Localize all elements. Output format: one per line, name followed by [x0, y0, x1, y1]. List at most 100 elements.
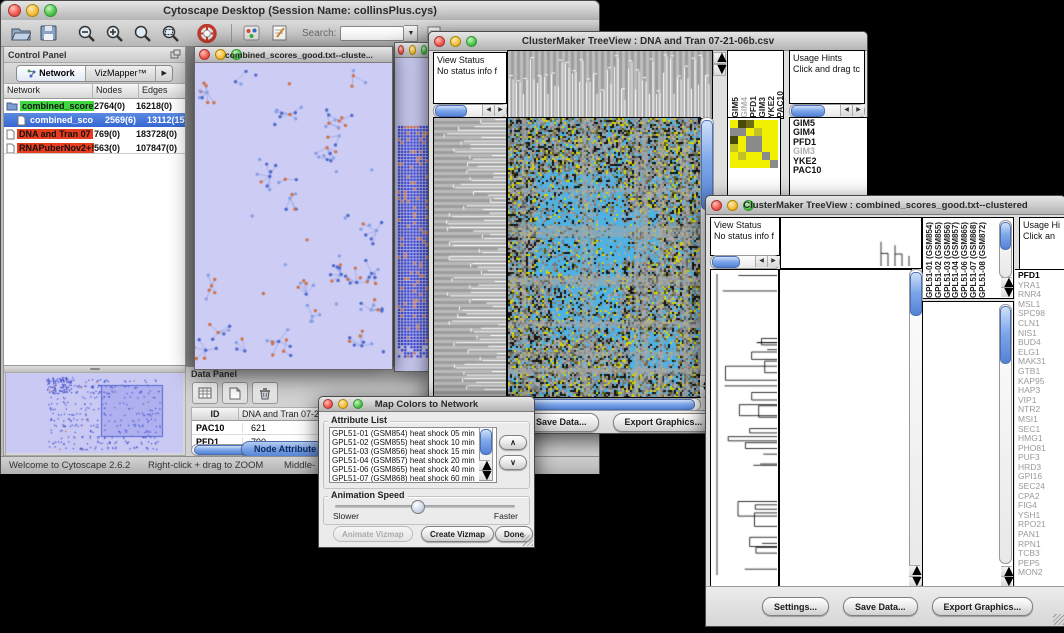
similarity-cell[interactable]: [746, 152, 754, 160]
zoom-in-icon[interactable]: [103, 23, 127, 43]
network-tree-row[interactable]: DNA and Tran 07769(0)183728(0): [4, 127, 185, 141]
tv2-heatmap[interactable]: [778, 269, 912, 588]
network-canvas[interactable]: [195, 63, 390, 368]
similarity-cell[interactable]: [762, 160, 770, 168]
similarity-cell[interactable]: [738, 152, 746, 160]
attribute-item[interactable]: GPL51-03 (GSM856) heat shock 15 min: [332, 447, 494, 456]
move-up-button[interactable]: ∧: [499, 435, 527, 450]
zoom-selected-icon[interactable]: [159, 23, 183, 43]
animate-vizmap-button[interactable]: Animate Vizmap: [333, 526, 413, 542]
tab-network[interactable]: Network: [17, 66, 86, 81]
gene-label[interactable]: MON2: [1018, 568, 1064, 578]
tv1-save-data-button[interactable]: Save Data...: [524, 413, 599, 432]
speed-slider-track[interactable]: [335, 505, 515, 508]
similarity-cell[interactable]: [770, 160, 778, 168]
select-attributes-icon[interactable]: [192, 382, 218, 404]
tv2-collabel-vscrollbar[interactable]: [999, 220, 1012, 278]
tv2-column-dendrogram[interactable]: [780, 217, 922, 269]
open-session-icon[interactable]: [9, 23, 33, 43]
network-tree-row[interactable]: combined_sco2569(6)13112(15): [4, 113, 185, 127]
similarity-cell[interactable]: [754, 136, 762, 144]
attribute-item[interactable]: GPL51-04 (GSM857) heat shock 20 min: [332, 456, 494, 465]
similarity-cell[interactable]: [730, 136, 738, 144]
similarity-cell[interactable]: [770, 128, 778, 136]
similarity-row-label[interactable]: PAC10: [793, 166, 867, 175]
similarity-cell[interactable]: [754, 128, 762, 136]
network-window-titlebar[interactable]: combined_scores_good.txt--cluste...: [195, 47, 392, 63]
col-header-edges[interactable]: Edges: [139, 84, 185, 99]
speed-slider-thumb[interactable]: [411, 500, 425, 514]
tv2-row-dendrogram[interactable]: [710, 269, 780, 588]
similarity-cell[interactable]: [762, 128, 770, 136]
close-icon[interactable]: [199, 49, 210, 60]
close-icon[interactable]: [398, 45, 404, 55]
similarity-cell[interactable]: [746, 136, 754, 144]
resize-grip[interactable]: [1053, 614, 1064, 625]
data-col-id[interactable]: ID: [192, 408, 239, 421]
heatmap-column-label[interactable]: GPL51-06 (GSM865): [960, 222, 969, 298]
network-canvas-grid[interactable]: [395, 58, 430, 370]
similarity-cell[interactable]: [738, 128, 746, 136]
similarity-cell[interactable]: [730, 128, 738, 136]
tv1-heatmap[interactable]: [507, 117, 701, 398]
tv2-save-data-button[interactable]: Save Data...: [843, 597, 918, 616]
minimize-icon[interactable]: [409, 45, 415, 55]
attribute-item[interactable]: GPL51-07 (GSM868) heat shock 60 min: [332, 474, 494, 483]
similarity-cell[interactable]: [770, 136, 778, 144]
attribute-item[interactable]: GPL51-06 (GSM865) heat shock 40 min: [332, 465, 494, 474]
similarity-cell[interactable]: [754, 120, 762, 128]
tv1-similarity-matrix[interactable]: [730, 120, 778, 168]
heatmap-column-label[interactable]: GPL51-08 (GSM872): [978, 222, 987, 298]
heatmap-column-label[interactable]: GPL51-07 (GSM868): [969, 222, 978, 298]
help-lifebuoy-icon[interactable]: [195, 23, 219, 43]
dialog-titlebar[interactable]: Map Colors to Network: [319, 397, 534, 412]
delete-attribute-icon[interactable]: [252, 382, 278, 404]
vizmapper-shortcut-icon[interactable]: [240, 23, 264, 43]
annotation-icon[interactable]: [268, 23, 292, 43]
similarity-cell[interactable]: [738, 120, 746, 128]
similarity-cell[interactable]: [730, 152, 738, 160]
tv1-dendro-arrows[interactable]: ▲▼: [713, 52, 726, 76]
col-header-network[interactable]: Network: [4, 84, 93, 99]
tv2-collabel-arrows[interactable]: ▲▼: [1001, 277, 1012, 297]
main-titlebar[interactable]: Cytoscape Desktop (Session Name: collins…: [1, 1, 599, 21]
similarity-cell[interactable]: [738, 144, 746, 152]
similarity-cell[interactable]: [738, 160, 746, 168]
similarity-cell[interactable]: [762, 152, 770, 160]
float-panel-icon[interactable]: [170, 46, 181, 64]
tv1-row-dendrogram[interactable]: [433, 117, 507, 398]
treeview2-titlebar[interactable]: ClusterMaker TreeView : combined_scores_…: [706, 196, 1064, 215]
col-header-nodes[interactable]: Nodes: [93, 84, 139, 99]
heatmap-column-label[interactable]: PAC10: [776, 91, 784, 118]
similarity-cell[interactable]: [762, 144, 770, 152]
heatmap-column-label[interactable]: GPL51-04 (GSM857): [951, 222, 960, 298]
tv2-zoom-arrows[interactable]: ▲▼: [1001, 566, 1012, 586]
attribute-item[interactable]: GPL51-01 (GSM854) heat shock 05 min: [332, 429, 494, 438]
tv2-heatmap-vscrollbar[interactable]: ▲▼: [909, 269, 923, 588]
similarity-cell[interactable]: [730, 144, 738, 152]
search-dropdown-icon[interactable]: ▼: [404, 25, 418, 42]
tv1-column-dendrogram[interactable]: [507, 50, 713, 119]
zoom-window-icon[interactable]: [421, 45, 427, 55]
heatmap-column-label[interactable]: GPL51-02 (GSM855): [934, 222, 943, 298]
similarity-cell[interactable]: [770, 152, 778, 160]
similarity-cell[interactable]: [730, 160, 738, 168]
move-down-button[interactable]: ∨: [499, 455, 527, 470]
create-vizmap-button[interactable]: Create Vizmap: [421, 526, 494, 542]
resize-grip[interactable]: [522, 535, 533, 546]
save-session-icon[interactable]: [37, 23, 61, 43]
similarity-cell[interactable]: [746, 160, 754, 168]
zoom-out-icon[interactable]: [75, 23, 99, 43]
tv1-hints-hscrollbar[interactable]: ◀▶: [789, 104, 865, 118]
tab-vizmapper[interactable]: VizMapper™: [86, 66, 157, 81]
similarity-cell[interactable]: [754, 152, 762, 160]
treeview1-titlebar[interactable]: ClusterMaker TreeView : DNA and Tran 07-…: [429, 32, 867, 51]
similarity-cell[interactable]: [730, 120, 738, 128]
search-input[interactable]: [340, 26, 404, 41]
network-tree-row[interactable]: combined_scores2764(0)16218(0): [4, 99, 185, 113]
attribute-list-vscrollbar[interactable]: ▲▼: [479, 427, 493, 481]
similarity-cell[interactable]: [770, 144, 778, 152]
similarity-cell[interactable]: [746, 120, 754, 128]
similarity-cell[interactable]: [738, 136, 746, 144]
tv2-status-hscrollbar[interactable]: ◀▶: [710, 255, 780, 269]
